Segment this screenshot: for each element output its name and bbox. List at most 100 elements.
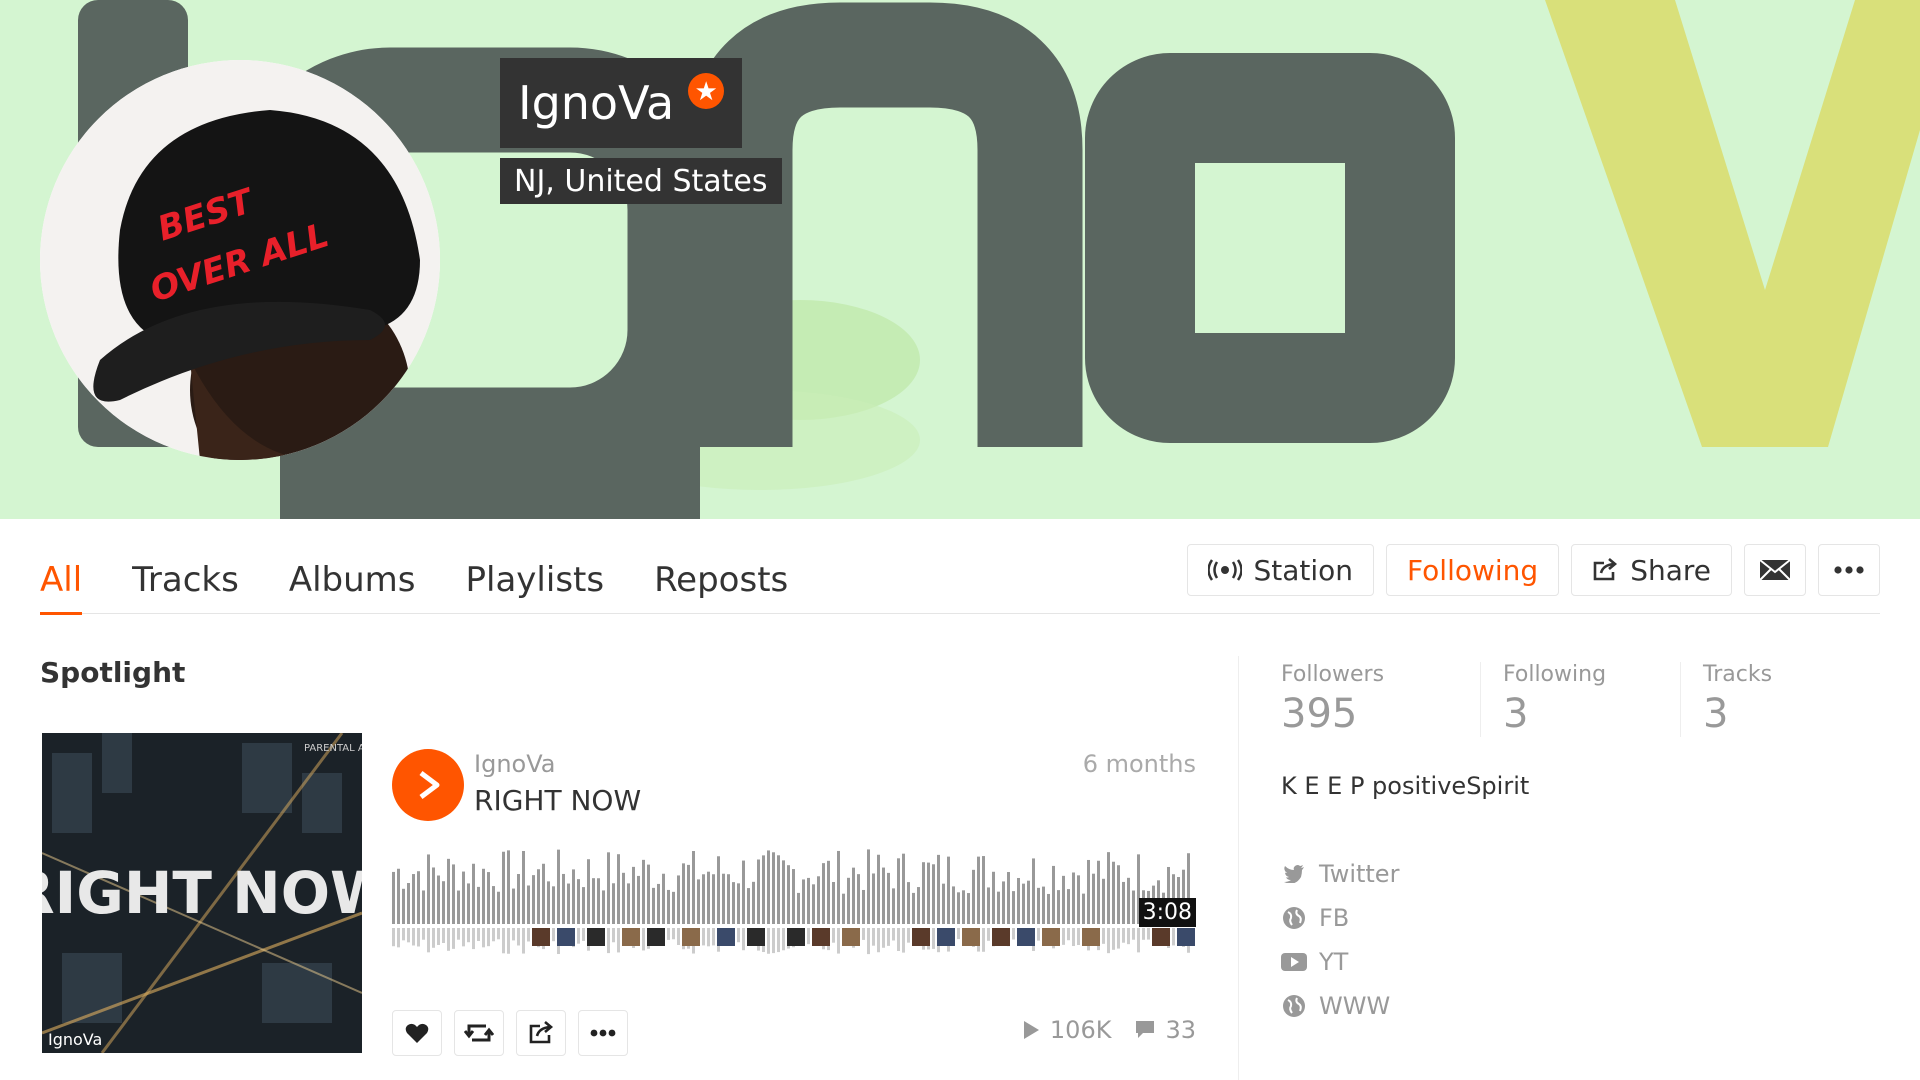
- comment-avatar[interactable]: [912, 928, 930, 946]
- waveform-reflection-bar: [862, 928, 865, 940]
- like-button[interactable]: [392, 1010, 442, 1056]
- station-button[interactable]: Station: [1186, 544, 1375, 596]
- more-button[interactable]: [1818, 544, 1880, 596]
- following-button[interactable]: Following: [1386, 544, 1560, 596]
- waveform-reflection-bar: [777, 928, 780, 953]
- comment-avatar[interactable]: [1042, 928, 1060, 946]
- waveform-reflection-bar: [417, 928, 420, 947]
- tab-all[interactable]: All: [40, 540, 83, 615]
- tab-playlists[interactable]: Playlists: [466, 540, 605, 614]
- waveform-reflection-bar: [672, 928, 675, 940]
- comment-avatar[interactable]: [1177, 928, 1195, 946]
- repost-button[interactable]: [454, 1010, 504, 1056]
- waveform-reflection-bar: [807, 928, 810, 945]
- comment-avatar[interactable]: [717, 928, 735, 946]
- comment-avatar[interactable]: [962, 928, 980, 946]
- waveform-bar: [797, 892, 800, 924]
- waveform-reflection-bar: [477, 928, 480, 941]
- waveform-bar: [517, 874, 520, 924]
- profile-header: BEST OVER ALL IgnoVa ★ NJ, United States: [0, 0, 1920, 519]
- track-artist[interactable]: IgnoVa: [474, 750, 555, 778]
- waveform-reflection-bar: [867, 928, 870, 955]
- profile-location: NJ, United States: [500, 158, 782, 204]
- waveform-reflection-bar: [457, 928, 460, 940]
- tracks-stat[interactable]: Tracks 3: [1681, 662, 1881, 737]
- track-more-button[interactable]: [578, 1010, 628, 1056]
- waveform[interactable]: [392, 846, 1196, 956]
- tab-reposts[interactable]: Reposts: [654, 540, 788, 614]
- waveform-bar: [1042, 886, 1045, 924]
- waveform-reflection-bar: [1062, 928, 1065, 945]
- stat-label: Following: [1503, 662, 1607, 687]
- waveform-reflection-bar: [1072, 928, 1075, 947]
- comment-avatar[interactable]: [532, 928, 550, 946]
- comment-avatar[interactable]: [557, 928, 575, 946]
- waveform-bar: [597, 878, 600, 924]
- waveform-reflection-bar: [422, 928, 425, 940]
- comment-avatar[interactable]: [622, 928, 640, 946]
- comments-stat[interactable]: 33: [1135, 1016, 1196, 1044]
- comment-avatar[interactable]: [647, 928, 665, 946]
- waveform-reflection-bar: [897, 928, 900, 951]
- waveform-reflection-bar: [577, 928, 580, 944]
- share-button[interactable]: Share: [1571, 544, 1732, 596]
- waveform-bar: [447, 858, 450, 924]
- track-artwork[interactable]: RIGHT NOW PARENTAL ADVISORY IgnoVa: [42, 733, 362, 1053]
- waveform-bar: [742, 860, 745, 924]
- comment-avatar[interactable]: [787, 928, 805, 946]
- track-title[interactable]: RIGHT NOW: [474, 784, 641, 817]
- comment-avatar[interactable]: [812, 928, 830, 946]
- waveform-bar: [412, 874, 415, 924]
- comment-avatar[interactable]: [937, 928, 955, 946]
- link-www[interactable]: WWW: [1281, 992, 1399, 1020]
- waveform-reflection-bar: [1067, 928, 1070, 941]
- waveform-bar: [562, 873, 565, 924]
- waveform-reflection-bar: [742, 928, 745, 951]
- waveform-reflection-bar: [1112, 928, 1115, 950]
- twitter-icon: [1281, 861, 1307, 887]
- waveform-reflection-bar: [902, 928, 905, 953]
- track-share-button[interactable]: [516, 1010, 566, 1056]
- waveform-bar: [427, 854, 430, 924]
- following-stat[interactable]: Following 3: [1481, 662, 1681, 737]
- waveform-bar: [1107, 852, 1110, 924]
- waveform-bar: [712, 874, 715, 924]
- comment-avatar[interactable]: [1017, 928, 1035, 946]
- comment-avatar[interactable]: [587, 928, 605, 946]
- message-button[interactable]: [1744, 544, 1806, 596]
- share-label: Share: [1630, 553, 1711, 587]
- waveform-bar: [882, 867, 885, 924]
- followers-stat[interactable]: Followers 395: [1281, 662, 1481, 737]
- profile-avatar[interactable]: BEST OVER ALL: [40, 60, 440, 460]
- waveform-reflection-bar: [832, 928, 835, 943]
- waveform-bar: [977, 856, 980, 924]
- link-fb[interactable]: FB: [1281, 904, 1399, 932]
- waveform-bar: [972, 869, 975, 924]
- comment-avatar[interactable]: [747, 928, 765, 946]
- waveform-bar: [937, 854, 940, 924]
- play-button[interactable]: [392, 749, 464, 821]
- comment-avatar[interactable]: [992, 928, 1010, 946]
- comment-avatar[interactable]: [682, 928, 700, 946]
- tab-tracks[interactable]: Tracks: [132, 540, 239, 614]
- waveform-bar: [637, 875, 640, 924]
- comment-avatar[interactable]: [1152, 928, 1170, 946]
- comment-avatar[interactable]: [1082, 928, 1100, 946]
- link-yt[interactable]: YT: [1281, 948, 1399, 976]
- waveform-bar: [847, 877, 850, 924]
- waveform-bar: [587, 859, 590, 924]
- profile-stats: Followers 395 Following 3 Tracks 3: [1281, 662, 1881, 737]
- waveform-reflection-bar: [907, 928, 910, 943]
- waveform-reflection-bar: [427, 928, 430, 953]
- waveform-bar: [877, 854, 880, 924]
- waveform-reflection-bar: [517, 928, 520, 946]
- waveform-reflection-bar: [1127, 928, 1130, 945]
- tab-albums[interactable]: Albums: [289, 540, 416, 614]
- waveform-bar: [722, 873, 725, 924]
- link-twitter[interactable]: Twitter: [1281, 860, 1399, 888]
- profile-actions: Station Following Share: [1186, 544, 1880, 596]
- waveform-reflection-bar: [1037, 928, 1040, 941]
- stat-value: 3: [1703, 691, 1729, 737]
- waveform-reflection-bar: [1172, 928, 1175, 946]
- comment-avatar[interactable]: [842, 928, 860, 946]
